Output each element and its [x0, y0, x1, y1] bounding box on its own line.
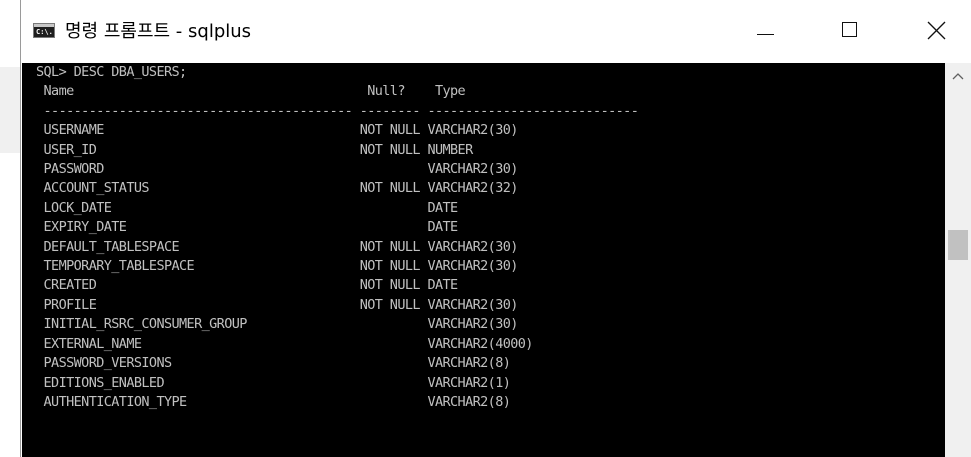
console-line: SQL> DESC DBA_USERS;	[36, 64, 187, 80]
console-line: EXPIRY_DATE DATE	[36, 219, 459, 236]
console-line: ACCOUNT_STATUS NOT NULL VARCHAR2(32)	[36, 180, 519, 197]
close-icon	[927, 21, 946, 40]
app-icon-text: C:\.	[36, 28, 53, 36]
console-line: TEMPORARY_TABLESPACE NOT NULL VARCHAR2(3…	[36, 258, 519, 275]
minimize-button[interactable]	[735, 0, 795, 63]
console-line: EXTERNAL_NAME VARCHAR2(4000)	[36, 335, 534, 352]
console-line: INITIAL_RSRC_CONSUMER_GROUP VARCHAR2(30)	[36, 316, 519, 333]
console-line: PASSWORD_VERSIONS VARCHAR2(8)	[36, 355, 511, 372]
command-prompt-window: C:\. 명령 프롬프트 - sqlplus SQL> DESC DBA_USE…	[20, 0, 971, 457]
vertical-scrollbar[interactable]	[945, 63, 971, 457]
console-line: USERNAME NOT NULL VARCHAR2(30)	[36, 122, 519, 139]
console-line: CREATED NOT NULL DATE	[36, 277, 459, 294]
scroll-up-arrow-icon[interactable]	[952, 71, 964, 81]
close-button[interactable]	[909, 0, 969, 63]
console-text: SQL> DESC DBA_USERS; Name Null? Type ---…	[36, 63, 639, 412]
console-line: LOCK_DATE DATE	[36, 199, 459, 216]
console-line: PROFILE NOT NULL VARCHAR2(30)	[36, 296, 519, 313]
command-prompt-icon[interactable]: C:\.	[33, 23, 55, 38]
scrollbar-thumb[interactable]	[948, 230, 968, 260]
minimize-icon	[757, 34, 774, 35]
console-line: EDITIONS_ENABLED VARCHAR2(1)	[36, 374, 511, 391]
console-line: AUTHENTICATION_TYPE VARCHAR2(8)	[36, 393, 511, 410]
console-output-area[interactable]: SQL> DESC DBA_USERS; Name Null? Type ---…	[22, 63, 945, 457]
console-line: ----------------------------------------…	[36, 102, 639, 119]
console-line: Name Null? Type	[36, 83, 466, 100]
console-line: USER_ID NOT NULL NUMBER	[36, 141, 474, 158]
maximize-button[interactable]	[822, 0, 882, 63]
background-window-edge	[0, 67, 20, 153]
maximize-icon	[842, 22, 857, 37]
window-title: 명령 프롬프트 - sqlplus	[65, 21, 252, 42]
console-line: PASSWORD VARCHAR2(30)	[36, 161, 519, 178]
title-bar[interactable]: C:\. 명령 프롬프트 - sqlplus	[21, 0, 971, 63]
console-line: DEFAULT_TABLESPACE NOT NULL VARCHAR2(30)	[36, 238, 519, 255]
